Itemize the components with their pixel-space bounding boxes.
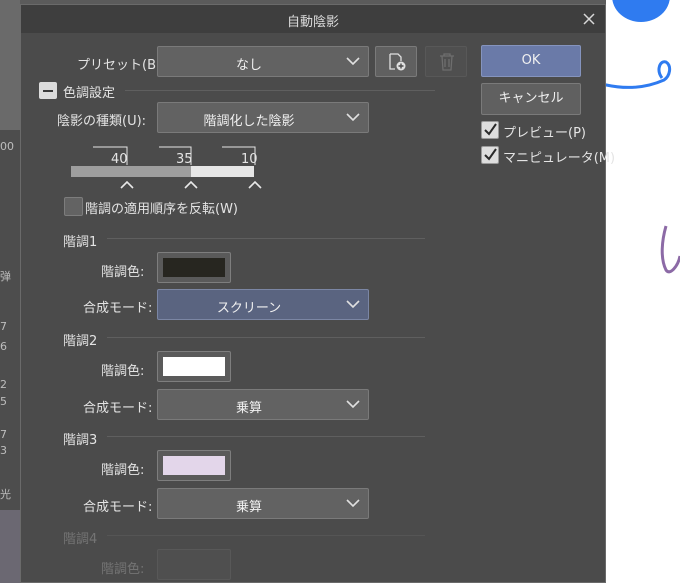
background-text: 弹 [0,270,11,283]
preview-checkbox[interactable] [481,121,499,139]
dialog-titlebar[interactable]: 自動陰影 [21,5,605,33]
gradient-stop-3-value[interactable]: 10 [241,152,258,167]
auto-shadow-dialog: 自動陰影 プリセット(B): なし OK キャンセル プレビュー(P) マニピュ… [20,4,615,583]
tone-1-blend-dropdown[interactable]: スクリーン [157,289,369,320]
tone-3-blend-label: 合成モード: [83,500,153,515]
minus-icon [43,90,53,92]
background-canvas[interactable] [601,0,680,583]
section-divider [125,90,435,91]
background-text: 00 [0,140,14,153]
tone-section-label: 色調設定 [63,86,116,101]
dialog-title: 自動陰影 [286,15,339,30]
preset-label: プリセット(B): [77,58,166,73]
tone-2-color-swatch[interactable] [157,351,231,382]
tone-4-color-swatch [157,549,231,580]
checkmark-icon [484,148,497,161]
section-divider [107,337,425,338]
add-preset-icon [389,53,406,71]
delete-preset-button[interactable] [425,46,467,77]
chevron-down-icon [346,113,360,122]
tone-2-blend-value: 乗算 [235,401,262,416]
section-divider [107,535,425,536]
tone-1-blend-value: スクリーン [216,301,282,316]
chevron-down-icon [346,57,360,66]
tone-4-color-label: 階調色: [101,562,145,577]
background-text: 5 [0,395,7,408]
chevron-down-icon [346,300,360,309]
background-text: 光 [0,488,11,501]
tone-2-blend-label: 合成モード: [83,401,153,416]
manipulator-checkbox[interactable] [481,146,499,164]
checkmark-icon [484,123,497,136]
collapse-section-button[interactable] [39,82,57,99]
background-text: 7 [0,320,7,333]
tone-3-blend-dropdown[interactable]: 乗算 [157,488,369,519]
tone-3-color-swatch[interactable] [157,450,231,481]
tone-3-color-label: 階調色: [101,463,145,478]
tone-1-color-swatch[interactable] [157,252,231,283]
gradient-stop-2-value[interactable]: 35 [176,152,193,167]
tone-3-heading: 階調3 [63,433,98,448]
reverse-order-checkbox[interactable] [64,197,83,216]
tone-1-color-fill [163,258,225,277]
chevron-down-icon [346,499,360,508]
canvas-strokes [601,60,680,274]
shadow-type-label: 陰影の種類(U): [57,114,147,129]
gradient-slider-track [71,146,262,189]
tone-1-color-label: 階調色: [101,265,145,280]
cancel-button[interactable]: キャンセル [481,83,581,115]
tone-1-heading: 階調1 [63,235,98,250]
tone-1-blend-label: 合成モード: [83,301,153,316]
background-text: 3 [0,444,7,457]
manipulator-label: マニピュレータ(M) [503,151,616,166]
section-divider [107,436,425,437]
chevron-down-icon [346,400,360,409]
background-text: 6 [0,340,7,353]
tone-4-heading: 階調4 [63,532,98,547]
preview-label: プレビュー(P) [503,126,586,141]
tone-2-blend-dropdown[interactable]: 乗算 [157,389,369,420]
close-icon[interactable] [579,9,599,29]
background-thumbnail [0,0,20,130]
register-preset-button[interactable] [375,46,417,77]
tone-2-color-label: 階調色: [101,364,145,379]
tone-3-color-fill [163,456,225,475]
ok-button[interactable]: OK [481,45,581,77]
tone-2-heading: 階調2 [63,334,98,349]
trash-icon [440,53,454,71]
reverse-order-label: 階調の適用順序を反転(W) [85,202,238,217]
background-text: 2 [0,378,7,391]
background-app-panel: 00 弹 7 6 2 5 7 3 光 [0,0,20,583]
tone-4-color-fill [163,555,225,574]
background-thumbnail-2 [0,510,20,583]
background-text: 7 [0,428,7,441]
tone-2-color-fill [163,357,225,376]
shadow-type-dropdown[interactable]: 階調化した陰影 [157,102,369,133]
preset-dropdown[interactable]: なし [157,46,369,77]
shadow-type-value: 階調化した陰影 [203,114,295,129]
preset-value: なし [235,58,262,73]
section-divider [107,238,425,239]
tone-3-blend-value: 乗算 [235,500,262,515]
gradient-stop-1-value[interactable]: 40 [111,152,128,167]
